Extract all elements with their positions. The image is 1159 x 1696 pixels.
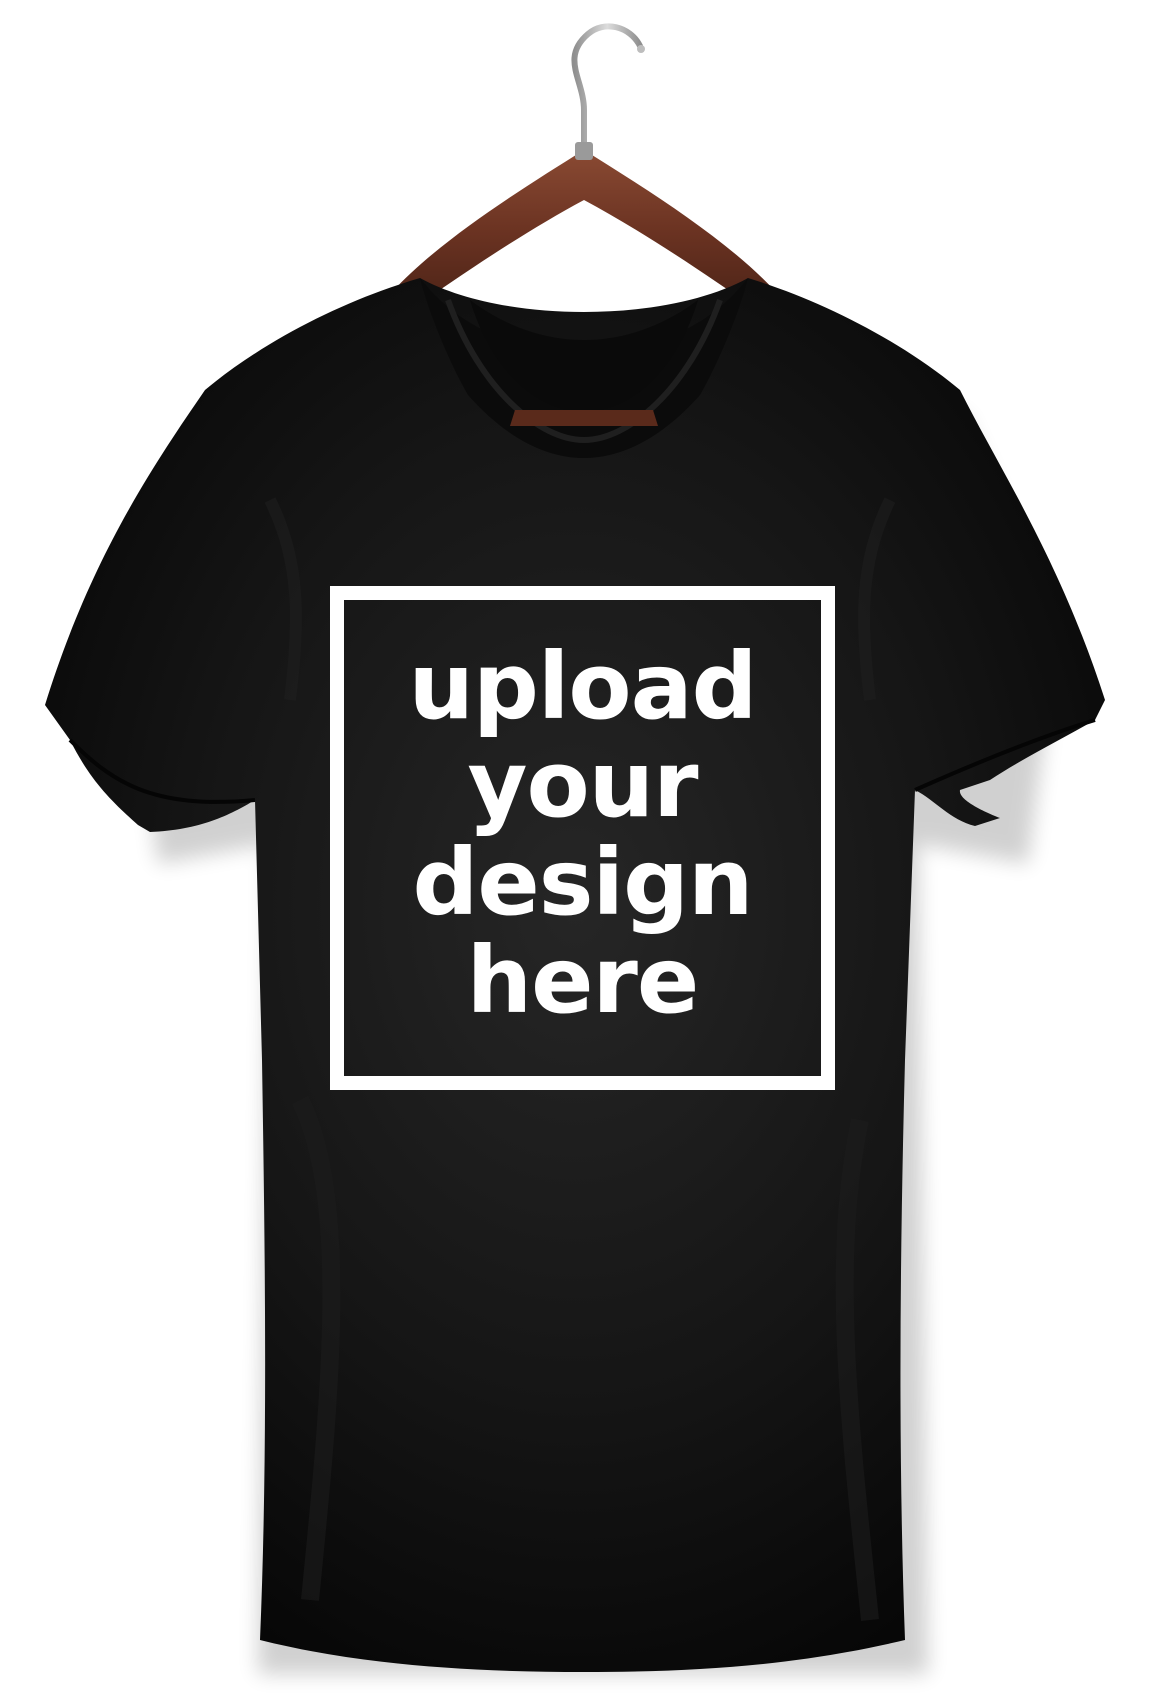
design-print-area[interactable]: upload your design here [330,586,835,1090]
hanger-hook [571,23,643,153]
placeholder-line-3: design [412,829,754,936]
hanger-bar [392,150,776,312]
design-placeholder-text: upload your design here [408,633,757,1034]
product-mockup: upload your design here [0,0,1159,1696]
placeholder-line-4: here [466,927,700,1034]
placeholder-line-2: your [467,731,698,838]
placeholder-line-1: upload [408,633,757,740]
